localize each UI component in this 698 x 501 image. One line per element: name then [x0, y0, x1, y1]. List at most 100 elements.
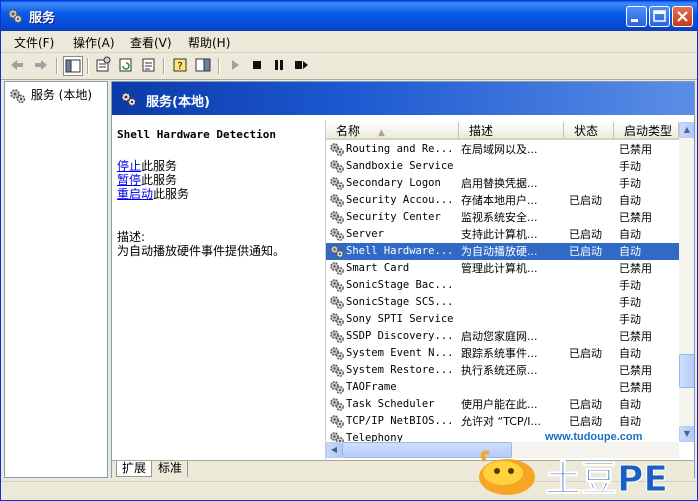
- table-row[interactable]: Security Center 监视系统安全... 已禁用: [326, 209, 679, 226]
- tree-node-services-local[interactable]: 服务 (本地): [9, 86, 92, 104]
- vertical-scroll-thumb[interactable]: [679, 354, 694, 388]
- service-startup-type: 已禁用: [619, 381, 652, 394]
- column-header-name[interactable]: 名称 ▲: [326, 122, 459, 140]
- tab-standard[interactable]: 标准: [153, 461, 189, 477]
- service-status: 已启动: [569, 347, 602, 360]
- scroll-up-button[interactable]: ▲: [679, 122, 694, 138]
- stop-icon: [253, 61, 261, 69]
- service-description: 执行系统还原...: [461, 364, 538, 377]
- service-name: Task Scheduler: [346, 398, 435, 410]
- properties-button[interactable]: [93, 56, 113, 76]
- restart-link[interactable]: 重启动: [117, 187, 153, 201]
- services-list: 名称 ▲ 描述 状态 启动类型 Routing and Re... 在局域网以及..…: [325, 120, 694, 460]
- service-startup-type: 已禁用: [619, 211, 652, 224]
- table-row[interactable]: Smart Card 管理此计算机... 已禁用: [326, 260, 679, 277]
- menu-help[interactable]: 帮助(H): [188, 34, 230, 51]
- maximize-icon: [653, 10, 666, 22]
- forward-arrow-icon: [35, 60, 47, 70]
- service-startup-type: 自动: [619, 245, 641, 258]
- table-row[interactable]: TCP/IP NetBIOS... 允许对 “TCP/I... 已启动 自动: [326, 413, 679, 430]
- selected-service-title: Shell Hardware Detection: [117, 128, 276, 141]
- services-gear-icon: [10, 88, 26, 103]
- scroll-left-button[interactable]: ◀: [326, 442, 342, 458]
- refresh-button[interactable]: [116, 56, 136, 76]
- export-list-button[interactable]: [139, 56, 159, 76]
- restart-service-button[interactable]: [291, 56, 311, 76]
- show-action-pane-button[interactable]: [193, 56, 213, 76]
- description-text: 为自动播放硬件事件提供通知。: [117, 244, 286, 258]
- stop-service-button[interactable]: [247, 56, 267, 76]
- column-header-label: 描述: [469, 124, 494, 138]
- play-icon: [232, 60, 239, 70]
- service-startup-type: 自动: [619, 347, 641, 360]
- title-bar[interactable]: 服务: [1, 1, 697, 31]
- service-status: 已启动: [569, 194, 602, 207]
- toolbar-separator: [56, 58, 58, 74]
- menu-file[interactable]: 文件(F): [14, 34, 54, 51]
- service-description: 允许对 “TCP/I...: [461, 415, 542, 428]
- service-name: System Restore...: [346, 364, 454, 376]
- toolbar-separator: [163, 58, 165, 74]
- back-arrow-icon: [11, 60, 23, 70]
- service-description: 管理此计算机...: [461, 262, 538, 275]
- services-header: 服务(本地): [112, 82, 694, 115]
- table-row[interactable]: Sony SPTI Service 手动: [326, 311, 679, 328]
- start-service-button[interactable]: [225, 56, 245, 76]
- close-button[interactable]: [672, 6, 693, 27]
- service-name: Smart Card: [346, 262, 410, 274]
- column-header-status[interactable]: 状态: [564, 122, 614, 140]
- service-status: 已启动: [569, 415, 602, 428]
- table-row[interactable]: Routing and Re... 在局域网以及... 已禁用: [326, 141, 679, 158]
- svg-text:土豆PE: 土豆PE: [545, 459, 668, 500]
- table-row[interactable]: Security Accou... 存储本地用户... 已启动 自动: [326, 192, 679, 209]
- maximize-button[interactable]: [649, 6, 670, 27]
- menu-bar: 文件(F) 操作(A) 查看(V) 帮助(H): [1, 31, 697, 53]
- service-status: 已启动: [569, 228, 602, 241]
- services-gear-icon: [121, 92, 137, 107]
- service-name: Routing and Re...: [346, 143, 454, 155]
- service-startup-type: 手动: [619, 160, 641, 173]
- window-title: 服务: [29, 11, 56, 26]
- table-row[interactable]: System Restore... 执行系统还原... 已禁用: [326, 362, 679, 379]
- column-header-label: 名称: [336, 124, 361, 138]
- table-row[interactable]: SSDP Discovery... 启动您家庭网... 已禁用: [326, 328, 679, 345]
- action-pane-icon: [195, 58, 211, 72]
- pause-service-button[interactable]: [269, 56, 289, 76]
- table-row[interactable]: SonicStage SCS... 手动: [326, 294, 679, 311]
- tab-extended[interactable]: 扩展: [116, 461, 153, 477]
- forward-button[interactable]: [31, 56, 51, 76]
- help-button[interactable]: ?: [170, 56, 190, 76]
- menu-view[interactable]: 查看(V): [130, 34, 172, 51]
- back-button[interactable]: [7, 56, 27, 76]
- service-name: Shell Hardware...: [346, 245, 454, 257]
- minimize-button[interactable]: [626, 6, 647, 27]
- restart-icon: [295, 61, 308, 69]
- vertical-scrollbar[interactable]: ▲ ▼: [679, 122, 694, 442]
- service-name: SonicStage SCS...: [346, 296, 454, 308]
- table-row[interactable]: System Event N... 跟踪系统事件... 已启动 自动: [326, 345, 679, 362]
- service-description: 使用户能在此...: [461, 398, 538, 411]
- details-container: 服务(本地) Shell Hardware Detection 停止此服务 暂停…: [111, 81, 695, 478]
- menu-action[interactable]: 操作(A): [73, 34, 115, 51]
- service-name: TCP/IP NetBIOS...: [346, 415, 454, 427]
- table-row[interactable]: SonicStage Bac... 手动: [326, 277, 679, 294]
- table-row[interactable]: Shell Hardware... 为自动播放硬... 已启动 自动: [326, 243, 679, 260]
- service-description: 启用替换凭据...: [461, 177, 538, 190]
- service-name: SonicStage Bac...: [346, 279, 454, 291]
- service-startup-type: 手动: [619, 313, 641, 326]
- column-header-startup-type[interactable]: 启动类型: [614, 122, 679, 140]
- service-description: 为自动播放硬...: [461, 245, 538, 258]
- table-row[interactable]: Server 支持此计算机... 已启动 自动: [326, 226, 679, 243]
- service-name: Security Accou...: [346, 194, 454, 206]
- console-tree-icon: [65, 59, 81, 73]
- table-row[interactable]: Task Scheduler 使用户能在此... 已启动 自动: [326, 396, 679, 413]
- svg-text:?: ?: [177, 61, 182, 72]
- service-name: SSDP Discovery...: [346, 330, 454, 342]
- table-row[interactable]: TAOFrame 已禁用: [326, 379, 679, 396]
- table-row[interactable]: Sandboxie Service 手动: [326, 158, 679, 175]
- show-tree-button[interactable]: [63, 56, 83, 76]
- table-row[interactable]: Secondary Logon 启用替换凭据... 手动: [326, 175, 679, 192]
- watermark-brand-logo: 土豆PE: [479, 450, 668, 500]
- column-header-description[interactable]: 描述: [459, 122, 564, 140]
- service-description: 跟踪系统事件...: [461, 347, 538, 360]
